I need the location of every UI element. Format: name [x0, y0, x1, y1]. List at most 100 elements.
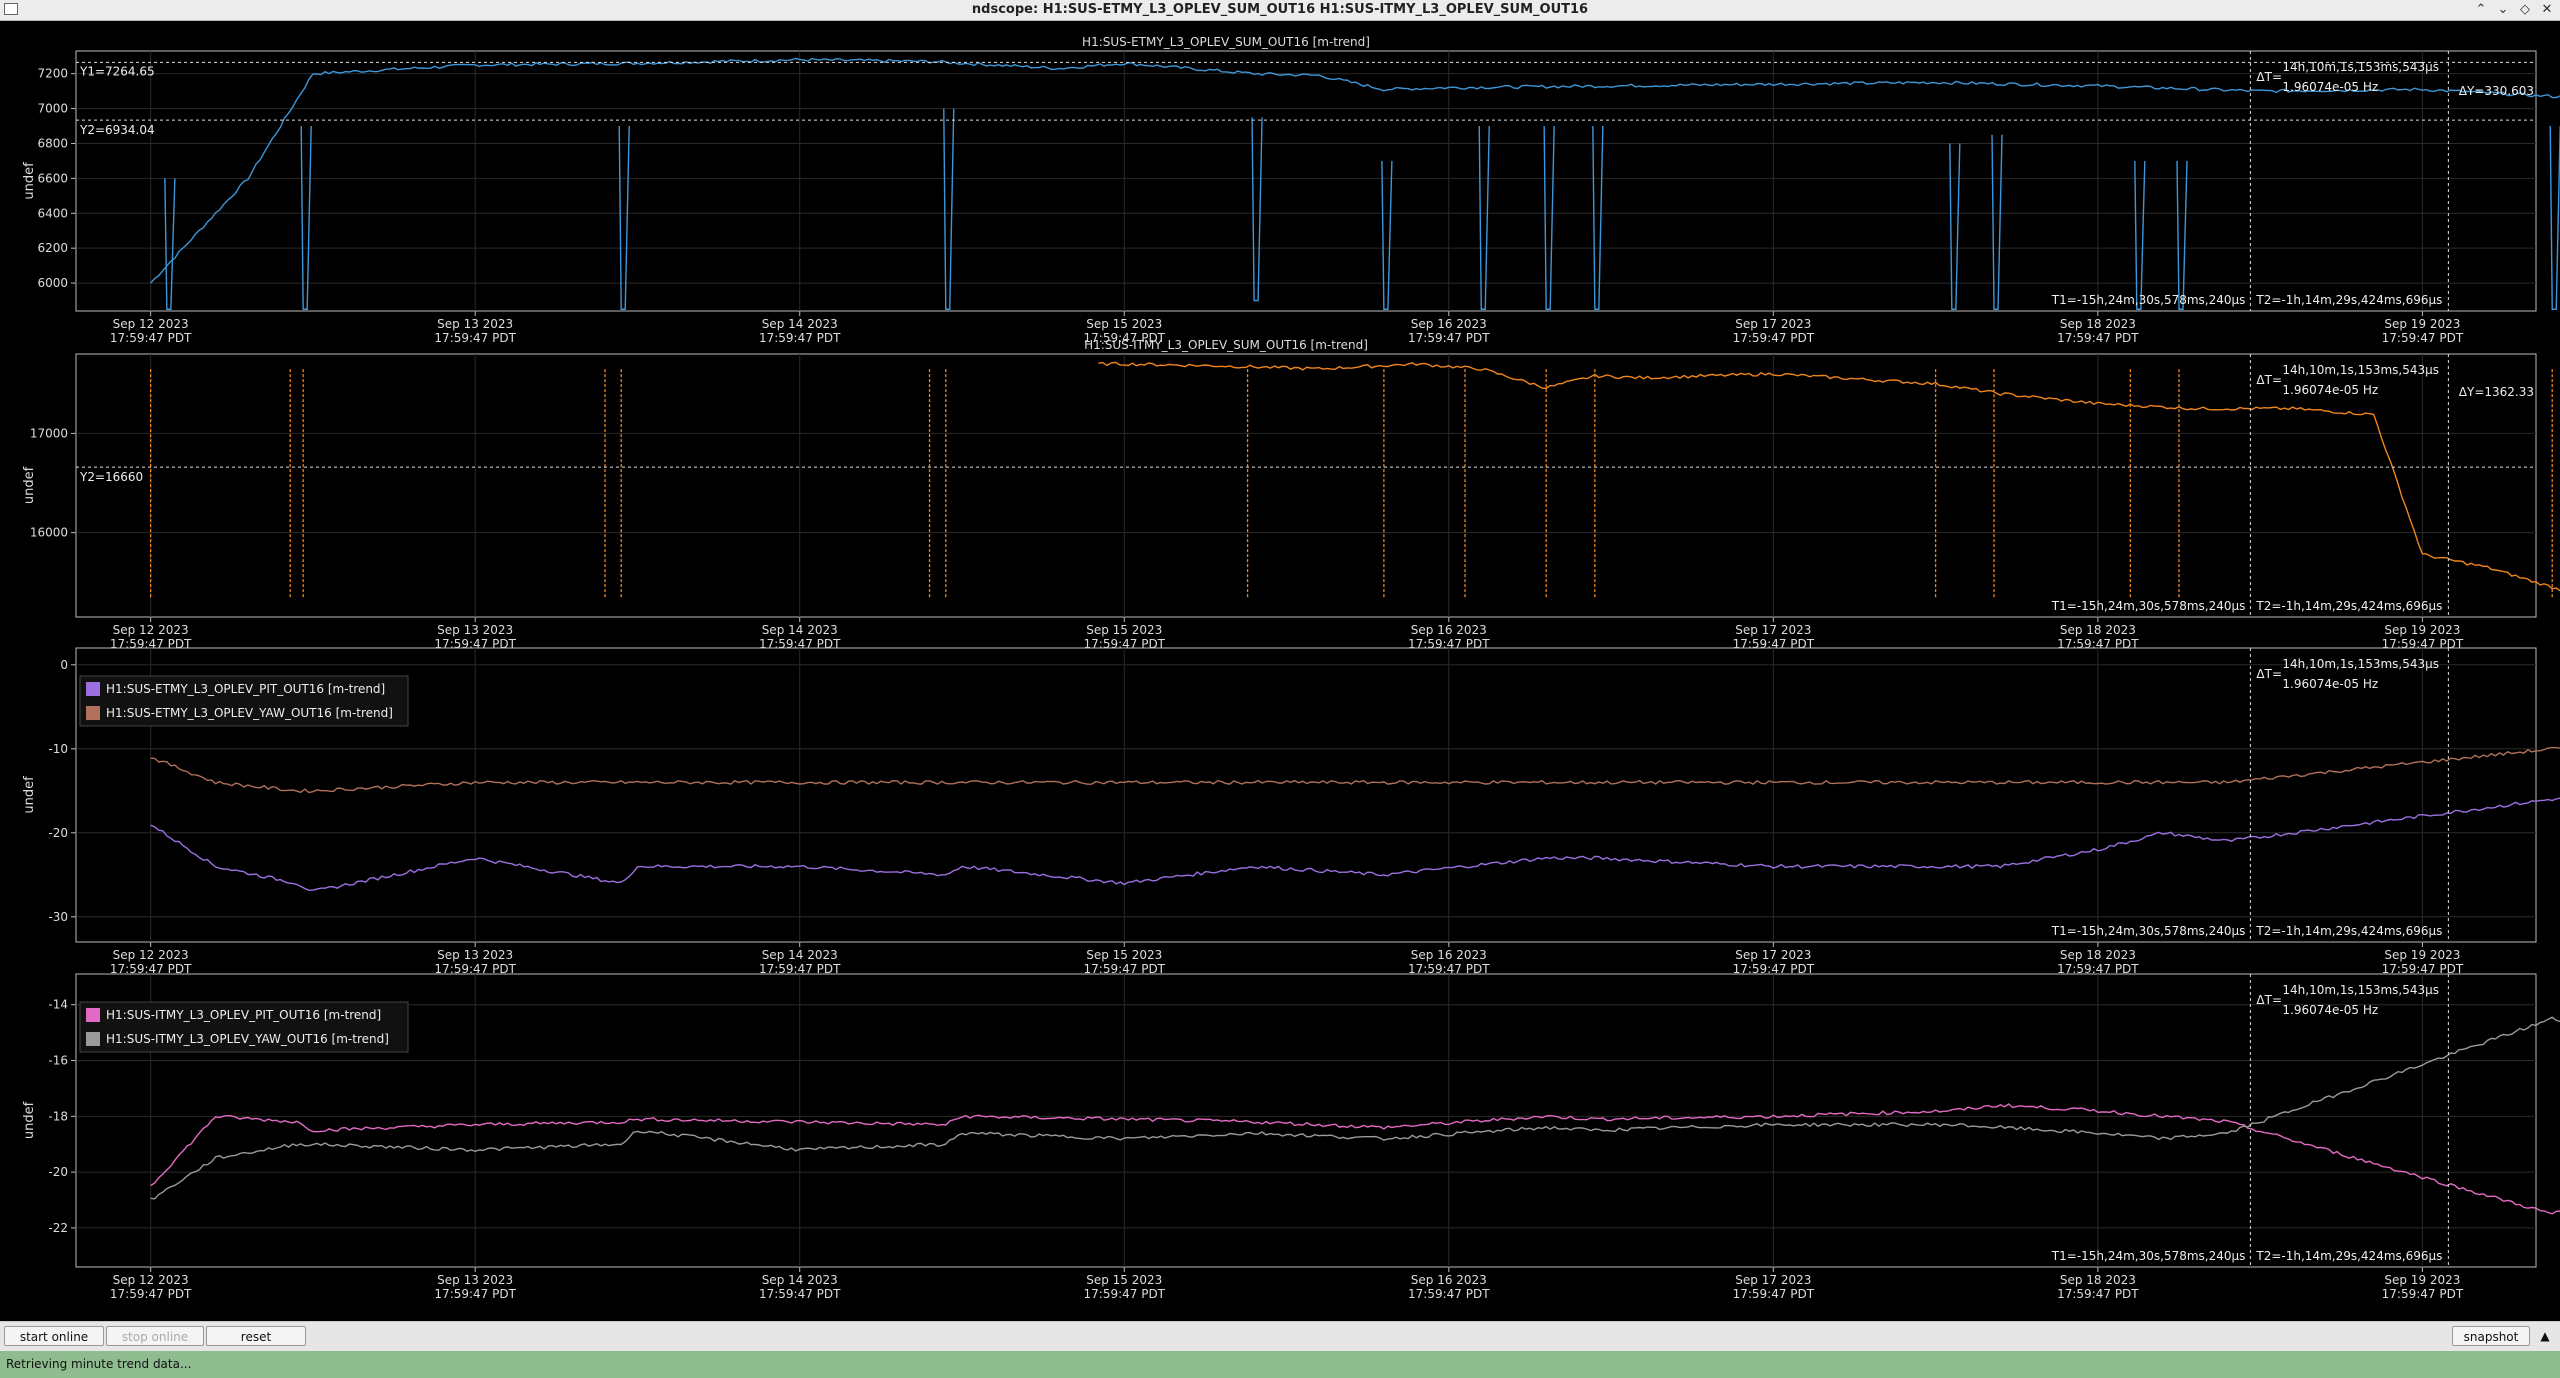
plot-frame — [75, 50, 2537, 312]
legend-swatch — [86, 1032, 100, 1046]
x-tick-date: Sep 12 2023 — [113, 623, 189, 637]
series-dropout — [1478, 126, 1490, 310]
y-tick-label: 6400 — [37, 206, 68, 220]
x-tick-date: Sep 16 2023 — [1411, 623, 1487, 637]
x-tick-date: Sep 16 2023 — [1411, 1273, 1487, 1287]
plots-canvas[interactable]: Sep 12 202317:59:47 PDTSep 13 202317:59:… — [0, 21, 2560, 1321]
x-tick-date: Sep 17 2023 — [1735, 317, 1811, 331]
x-tick-time: 17:59:47 PDT — [110, 1287, 192, 1301]
legend-swatch — [86, 1008, 100, 1022]
window-titlebar[interactable]: ndscope: H1:SUS-ETMY_L3_OPLEV_SUM_OUT16 … — [0, 0, 2560, 21]
legend-swatch — [86, 706, 100, 720]
x-tick-date: Sep 14 2023 — [762, 948, 838, 962]
plot-title: H1:SUS-ETMY_L3_OPLEV_SUM_OUT16 [m-trend] — [1082, 35, 1370, 49]
status-bar: Retrieving minute trend data... — [0, 1351, 2560, 1378]
y-tick-label: 6000 — [37, 276, 68, 290]
delta-t-frequency: 1.96074e-05 Hz — [2282, 80, 2378, 94]
delta-t-label: ΔT= — [2256, 993, 2282, 1007]
maximize-icon[interactable]: ⌄ — [2492, 1, 2514, 19]
legend-entry: H1:SUS-ITMY_L3_OPLEV_YAW_OUT16 [m-trend] — [106, 1032, 389, 1046]
reset-button[interactable]: reset — [206, 1326, 306, 1346]
plot-frame — [75, 973, 2537, 1268]
x-tick-time: 17:59:47 PDT — [759, 331, 841, 345]
y-tick-label: -14 — [48, 998, 68, 1012]
delta-t-frequency: 1.96074e-05 Hz — [2282, 1003, 2378, 1017]
delta-t-label: ΔT= — [2256, 667, 2282, 681]
plot-panel-4: Sep 12 202317:59:47 PDTSep 13 202317:59:… — [22, 973, 2560, 1301]
y-tick-label: -16 — [48, 1054, 68, 1068]
y-tick-label: -22 — [48, 1221, 68, 1235]
expand-icon[interactable]: ▲ — [2534, 1326, 2556, 1346]
x-tick-time: 17:59:47 PDT — [434, 331, 516, 345]
snapshot-button[interactable]: snapshot — [2452, 1326, 2530, 1346]
x-tick-date: Sep 12 2023 — [113, 317, 189, 331]
t2-cursor-label: T2=-1h,14m,29s,424ms,696μs — [2255, 293, 2442, 307]
x-tick-date: Sep 15 2023 — [1086, 317, 1162, 331]
x-tick-date: Sep 16 2023 — [1411, 948, 1487, 962]
x-tick-time: 17:59:47 PDT — [2057, 331, 2139, 345]
delta-t-value: 14h,10m,1s,153ms,543μs — [2282, 60, 2439, 74]
x-tick-date: Sep 15 2023 — [1086, 623, 1162, 637]
x-tick-date: Sep 13 2023 — [437, 623, 513, 637]
series-dropout — [2134, 160, 2146, 310]
legend-entry: H1:SUS-ETMY_L3_OPLEV_YAW_OUT16 [m-trend] — [106, 706, 393, 720]
series-dropout — [164, 178, 176, 310]
series-dropout — [2176, 160, 2188, 310]
plot-panel-3: Sep 12 202317:59:47 PDTSep 13 202317:59:… — [22, 647, 2560, 976]
t1-cursor-label: T1=-15h,24m,30s,578ms,240μs — [2051, 599, 2246, 613]
close-icon[interactable]: ✕ — [2536, 1, 2558, 19]
minimize-icon[interactable]: ⌃ — [2470, 1, 2492, 19]
x-tick-time: 17:59:47 PDT — [1733, 331, 1815, 345]
series-dropout — [2549, 126, 2560, 310]
series-line-2 — [150, 1016, 2560, 1200]
t1-cursor-label: T1=-15h,24m,30s,578ms,240μs — [2051, 924, 2246, 938]
x-tick-date: Sep 14 2023 — [762, 623, 838, 637]
x-tick-date: Sep 14 2023 — [762, 1273, 838, 1287]
x-tick-time: 17:59:47 PDT — [1733, 1287, 1815, 1301]
legend-entry: H1:SUS-ITMY_L3_OPLEV_PIT_OUT16 [m-trend] — [106, 1008, 381, 1022]
series-line-1 — [150, 57, 2560, 284]
window-title: ndscope: H1:SUS-ETMY_L3_OPLEV_SUM_OUT16 … — [971, 2, 1589, 17]
stop-online-button[interactable]: stop online — [106, 1326, 204, 1346]
x-tick-date: Sep 19 2023 — [2384, 623, 2460, 637]
x-tick-date: Sep 15 2023 — [1086, 948, 1162, 962]
series-dropout — [1949, 143, 1961, 310]
x-tick-time: 17:59:47 PDT — [434, 1287, 516, 1301]
plot-panel-1: Sep 12 202317:59:47 PDTSep 13 202317:59:… — [22, 35, 2560, 345]
t2-cursor-label: T2=-1h,14m,29s,424ms,696μs — [2255, 1249, 2442, 1263]
x-tick-date: Sep 12 2023 — [113, 948, 189, 962]
x-tick-date: Sep 13 2023 — [437, 948, 513, 962]
x-tick-date: Sep 17 2023 — [1735, 948, 1811, 962]
y-axis-label: undef — [22, 776, 37, 814]
x-tick-time: 17:59:47 PDT — [1084, 1287, 1166, 1301]
y-tick-label: 17000 — [30, 426, 68, 440]
y1-cursor-label: Y1=7264.65 — [79, 64, 155, 78]
plot-panel-2: Sep 12 202317:59:47 PDTSep 13 202317:59:… — [22, 338, 2560, 651]
y-tick-label: 0 — [60, 658, 68, 672]
x-tick-date: Sep 15 2023 — [1086, 1273, 1162, 1287]
start-online-button[interactable]: start online — [4, 1326, 104, 1346]
y-tick-label: 6200 — [37, 241, 68, 255]
y-tick-label: 16000 — [30, 526, 68, 540]
series-dropout — [1381, 160, 1393, 310]
legend-entry: H1:SUS-ETMY_L3_OPLEV_PIT_OUT16 [m-trend] — [106, 682, 385, 696]
y-tick-label: -10 — [48, 742, 68, 756]
y-tick-label: -30 — [48, 910, 68, 924]
delta-t-label: ΔT= — [2256, 373, 2282, 387]
x-tick-time: 17:59:47 PDT — [1408, 1287, 1490, 1301]
delta-t-value: 14h,10m,1s,153ms,543μs — [2282, 363, 2439, 377]
x-tick-date: Sep 13 2023 — [437, 317, 513, 331]
restore-icon[interactable]: ◇ — [2514, 1, 2536, 19]
y-axis-label: undef — [22, 162, 37, 200]
y-tick-label: -20 — [48, 826, 68, 840]
y-tick-label: -18 — [48, 1109, 68, 1123]
y2-cursor-label: Y2=6934.04 — [79, 123, 155, 137]
y-tick-label: 7000 — [37, 102, 68, 116]
t1-cursor-label: T1=-15h,24m,30s,578ms,240μs — [2051, 1249, 2246, 1263]
y-tick-label: 6800 — [37, 136, 68, 150]
plot-frame — [75, 353, 2537, 618]
x-tick-date: Sep 18 2023 — [2060, 623, 2136, 637]
plot-area[interactable]: Sep 12 2023 17:59:47 PDT Sep 13 2023 17:59:… — [0, 21, 2560, 1321]
y-tick-label: -20 — [48, 1165, 68, 1179]
series-dropout — [1543, 126, 1555, 310]
